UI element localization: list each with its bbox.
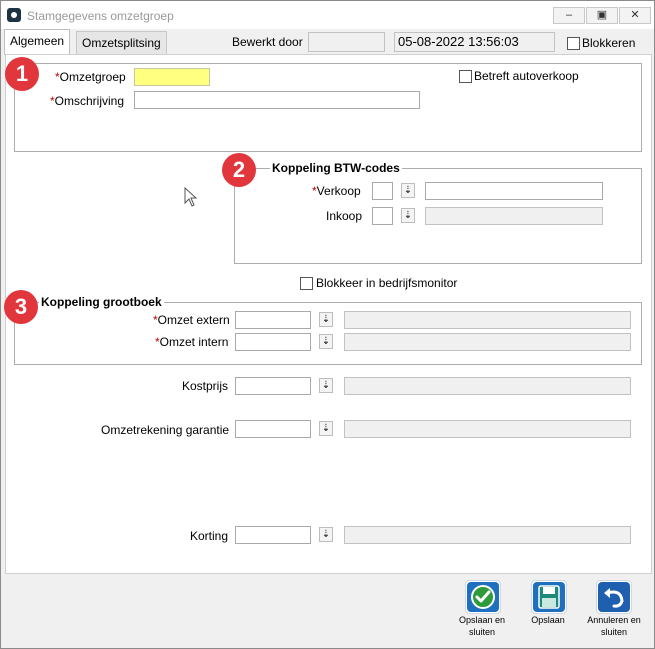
- omschrijving-label: *Omschrijving: [50, 94, 125, 108]
- verkoop-lookup-icon[interactable]: ⇣: [401, 183, 415, 198]
- dialog-window: Stamgegevens omzetgroep – ▣ ✕ Algemeen O…: [0, 0, 655, 649]
- minimize-button[interactable]: –: [553, 7, 585, 24]
- tab-algemeen[interactable]: Algemeen: [4, 29, 71, 55]
- omschrijving-input[interactable]: [134, 91, 420, 109]
- title-bar: Stamgegevens omzetgroep – ▣ ✕: [1, 1, 654, 29]
- callout-badge-1: 1: [5, 57, 39, 91]
- garantie-label: Omzetrekening garantie: [101, 423, 230, 437]
- btw-legend: Koppeling BTW-codes: [270, 161, 402, 175]
- omzet-extern-lookup-icon[interactable]: ⇣: [319, 312, 333, 327]
- verkoop-description-field[interactable]: [425, 182, 603, 200]
- omzet-extern-input[interactable]: [235, 311, 311, 329]
- date-field: 05-08-2022 13:56:03: [394, 32, 555, 52]
- autoverkoop-label: Betreft autoverkoop: [474, 69, 579, 83]
- inkoop-label: Inkoop: [326, 209, 363, 223]
- cancel-close-button[interactable]: [596, 580, 632, 614]
- korting-label: Korting: [190, 529, 229, 543]
- maximize-icon: ▣: [596, 9, 608, 21]
- korting-input[interactable]: [235, 526, 311, 544]
- app-icon: [7, 8, 21, 22]
- callout-badge-2: 2: [222, 153, 256, 187]
- garantie-input[interactable]: [235, 420, 311, 438]
- inkoop-description-field: [425, 207, 603, 225]
- omzet-intern-lookup-icon[interactable]: ⇣: [319, 334, 333, 349]
- bewerkt-door-field: [308, 32, 385, 52]
- omzet-extern-description: [344, 311, 631, 329]
- omzetgroep-input[interactable]: [134, 68, 210, 86]
- close-icon: ✕: [630, 9, 640, 21]
- kostprijs-description: [344, 377, 631, 395]
- omzet-extern-label: *Omzet extern: [153, 313, 230, 327]
- checkmark-icon: [467, 582, 499, 612]
- save-close-label: Opslaan en sluiten: [458, 615, 506, 637]
- verkoop-label: *Verkoop: [312, 184, 361, 198]
- bewerkt-door-label: Bewerkt door: [232, 35, 303, 49]
- kostprijs-label: Kostprijs: [182, 379, 229, 393]
- tab-omzetsplitsing[interactable]: Omzetsplitsing: [76, 31, 167, 55]
- blokkeren-label: Blokkeren: [582, 36, 636, 50]
- bedrijfsmonitor-checkbox[interactable]: [300, 277, 313, 290]
- maximize-button[interactable]: ▣: [586, 7, 618, 24]
- save-label: Opslaan: [531, 615, 565, 625]
- bedrijfsmonitor-label: Blokkeer in bedrijfsmonitor: [316, 276, 458, 290]
- garantie-lookup-icon[interactable]: ⇣: [319, 421, 333, 436]
- inkoop-lookup-icon[interactable]: ⇣: [401, 208, 415, 223]
- undo-arrow-icon: [598, 582, 630, 612]
- omzet-intern-input[interactable]: [235, 333, 311, 351]
- garantie-description: [344, 420, 631, 438]
- omzet-intern-description: [344, 333, 631, 351]
- save-button[interactable]: [531, 580, 567, 614]
- korting-description: [344, 526, 631, 544]
- cancel-close-label: Annuleren en sluiten: [587, 615, 641, 637]
- inkoop-code-input[interactable]: [372, 207, 393, 225]
- korting-lookup-icon[interactable]: ⇣: [319, 527, 333, 542]
- autoverkoop-checkbox[interactable]: [459, 70, 472, 83]
- save-close-button[interactable]: [465, 580, 501, 614]
- kostprijs-input[interactable]: [235, 377, 311, 395]
- kostprijs-lookup-icon[interactable]: ⇣: [319, 378, 333, 393]
- callout-badge-3: 3: [4, 290, 38, 324]
- verkoop-code-input[interactable]: [372, 182, 393, 200]
- floppy-disk-icon: [533, 582, 565, 612]
- omzetgroep-label: *Omzetgroep: [55, 70, 126, 84]
- close-button[interactable]: ✕: [619, 7, 651, 24]
- mouse-cursor-icon: [184, 187, 198, 207]
- blokkeren-checkbox[interactable]: [567, 37, 580, 50]
- window-title: Stamgegevens omzetgroep: [27, 9, 174, 23]
- grootboek-legend: Koppeling grootboek: [39, 295, 164, 309]
- minimize-icon: –: [565, 9, 573, 21]
- omzet-intern-label: *Omzet intern: [155, 335, 229, 349]
